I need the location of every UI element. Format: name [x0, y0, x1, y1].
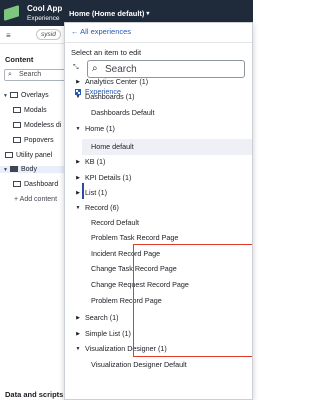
content-title: Content [5, 55, 34, 64]
chevron-down-icon[interactable]: ▼ [74, 202, 82, 214]
tree-group-row[interactable]: ▼ Home (1) [65, 123, 252, 135]
tree-page-row[interactable]: Incident Record Page [65, 248, 252, 260]
chevron-right-icon[interactable]: ▶ [74, 328, 82, 340]
menu-icon[interactable]: ≡ [6, 31, 11, 40]
tree-group-row[interactable]: ▶ KPI Details (1) [65, 172, 252, 184]
collapse-all-icon[interactable]: ⤡ [73, 64, 79, 72]
modal-icon [13, 107, 21, 113]
tree-row-label: Record (6) [85, 203, 119, 212]
content-subbar: ≡ sysid [0, 26, 68, 44]
body-icon [10, 166, 18, 172]
tree-group-row[interactable]: ▶ List (1) [65, 187, 252, 199]
chevron-down-icon: ▾ [146, 10, 150, 17]
utility-panel-icon [5, 152, 13, 158]
chevron-down-icon[interactable]: ▼ [3, 93, 10, 99]
tree-row-label: Dashboards Default [91, 108, 155, 117]
chevron-down-icon[interactable]: ▼ [74, 343, 82, 355]
dropdown-search-placeholder: Search [105, 64, 137, 75]
tree-row-label: Home (1) [85, 124, 115, 133]
tree-item-utility-panel[interactable]: Utility panel [5, 152, 52, 159]
tree-row-label: Problem Record Page [91, 296, 162, 305]
chevron-right-icon[interactable]: ▶ [74, 172, 82, 184]
search-icon: ⌕ [92, 63, 98, 74]
select-item-label: Select an item to edit [71, 48, 142, 57]
app-name: Cool App [27, 4, 63, 13]
tree-page-row[interactable]: Dashboards Default [65, 107, 252, 119]
chevron-right-icon[interactable]: ▶ [74, 76, 82, 88]
page-selector-label: Home (Home default) [69, 8, 145, 18]
tree-group-row[interactable]: ▶ KB (1) [65, 156, 252, 168]
tree-item-body[interactable]: ▼ Body [0, 166, 67, 173]
content-search-placeholder: Search [19, 71, 42, 78]
tree-page-row[interactable]: Problem Record Page [65, 295, 252, 307]
tree-item-modeless[interactable]: Modeless di [13, 122, 61, 129]
chevron-down-icon[interactable]: ▼ [74, 123, 82, 135]
tree-row-label: Visualization Designer (1) [85, 344, 167, 353]
modeless-icon [13, 122, 21, 128]
sysid-chip[interactable]: sysid [36, 29, 61, 40]
app-logo-icon [4, 5, 19, 21]
tree-row-label: Change Task Record Page [91, 264, 177, 273]
page-selector-button[interactable]: Home (Home default) ▾ [66, 6, 154, 20]
page-select-dropdown: ← All experiences Select an item to edit… [64, 22, 253, 400]
tree-row-label: KB (1) [85, 157, 106, 166]
tree-row-label: Record Default [91, 218, 139, 227]
popover-icon [13, 137, 21, 143]
chevron-right-icon[interactable]: ▶ [74, 156, 82, 168]
tree-page-row[interactable]: Problem Task Record Page [65, 232, 252, 244]
tree-group-row[interactable]: ▼ Record (6) [65, 202, 252, 214]
tree-group-row[interactable]: ▶ Simple List (1) [65, 328, 252, 340]
overlay-icon [10, 92, 18, 98]
tree-row-label: KPI Details (1) [85, 173, 132, 182]
app-subtitle: Experience [27, 15, 60, 22]
tree-group-row[interactable]: ▼ Dashboards (1) [65, 91, 252, 103]
content-search-input[interactable]: ⌕ Search [4, 69, 66, 81]
tree-group-row[interactable]: ▶ Search (1) [65, 312, 252, 324]
tree-page-row[interactable]: Change Request Record Page [65, 279, 252, 291]
add-content-button[interactable]: + Add content [14, 196, 57, 203]
tree-item-dashboard[interactable]: Dashboard [13, 181, 58, 188]
divider [65, 42, 252, 43]
tree-page-row[interactable]: Home default [82, 139, 252, 155]
tree-row-label: List (1) [85, 188, 107, 197]
tree-page-row[interactable]: Change Task Record Page [65, 263, 252, 275]
tree-row-label: Problem Task Record Page [91, 233, 179, 242]
tree-row-label: Visualization Designer Default [91, 360, 187, 369]
tree-page-row[interactable]: Visualization Designer Default [65, 359, 252, 371]
tree-group-row[interactable]: ▼ Visualization Designer (1) [65, 343, 252, 355]
tree-group-row[interactable]: ▶ Analytics Center (1) [65, 76, 252, 88]
chevron-right-icon[interactable]: ▶ [74, 187, 82, 199]
tree-item-popovers[interactable]: Popovers [13, 137, 54, 144]
tree-row-label: Simple List (1) [85, 329, 131, 338]
chevron-right-icon[interactable]: ▶ [74, 312, 82, 324]
tree-row-label: Search (1) [85, 313, 119, 322]
tree-item-modals[interactable]: Modals [13, 107, 47, 114]
chevron-down-icon[interactable]: ▼ [3, 167, 10, 173]
tree-row-label: Dashboards (1) [85, 92, 135, 101]
selected-indicator [82, 183, 84, 199]
tree-item-overlays[interactable]: ▼ Overlays [3, 92, 49, 99]
all-experiences-link[interactable]: ← All experiences [71, 27, 131, 36]
tree-row-label: Home default [91, 142, 134, 151]
search-icon: ⌕ [8, 71, 12, 78]
content-panel: ≡ sysid Content ⌕ Search ▼ Overlays Modal… [0, 26, 68, 400]
chevron-down-icon[interactable]: ▼ [74, 91, 82, 103]
tree-page-row[interactable]: Record Default [65, 217, 252, 229]
tree-row-label: Change Request Record Page [91, 280, 189, 289]
dashboard-icon [13, 181, 21, 187]
arrow-left-icon: ← [71, 27, 81, 36]
tree-row-label: Incident Record Page [91, 249, 161, 258]
tree-row-label: Analytics Center (1) [85, 77, 149, 86]
data-and-scripts-heading: Data and scripts [5, 390, 64, 399]
